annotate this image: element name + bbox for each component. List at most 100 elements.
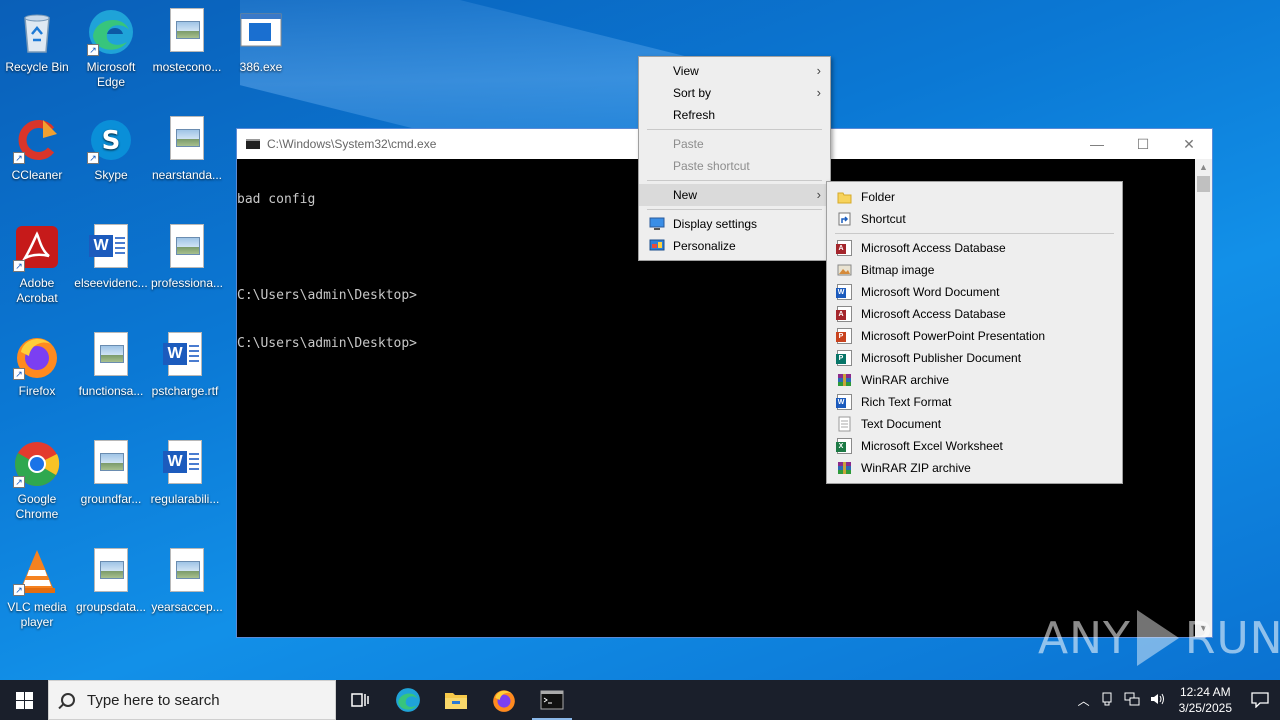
desktop-icon-functionsa[interactable]: functionsa... <box>74 332 148 399</box>
maximize-button[interactable]: ☐ <box>1120 129 1166 159</box>
folder-icon <box>445 693 467 709</box>
task-view-button[interactable] <box>336 680 384 720</box>
desktop-icon-label: yearsaccep... <box>151 600 223 614</box>
desktop-icon-ccleaner[interactable]: ↗ CCleaner <box>0 116 74 183</box>
chevron-up-icon[interactable]: ︿ <box>1073 692 1095 709</box>
menu-item-view[interactable]: View › <box>639 60 830 82</box>
powerpoint-icon: P <box>836 328 852 344</box>
access-icon: A <box>836 240 852 256</box>
menu-item-label: Paste <box>673 137 704 151</box>
new-item-winrar-zip-archive[interactable]: WinRAR ZIP archive <box>827 457 1122 479</box>
new-item-excel-worksheet[interactable]: X Microsoft Excel Worksheet <box>827 435 1122 457</box>
menu-item-new[interactable]: New › <box>639 184 830 206</box>
chrome-icon: ↗ <box>13 440 61 488</box>
desktop-icon-groundfar[interactable]: groundfar... <box>74 440 148 507</box>
desktop-icon-vlc[interactable]: ↗ VLC media player <box>0 548 74 630</box>
desktop-icon-pstcharge[interactable]: W pstcharge.rtf <box>148 332 222 399</box>
new-item-text-document[interactable]: Text Document <box>827 413 1122 435</box>
windows-logo-icon <box>15 691 33 709</box>
menu-item-label: Refresh <box>673 108 716 122</box>
desktop-icon-mosteconomic[interactable]: mostecono... <box>150 8 224 75</box>
clock-date: 3/25/2025 <box>1178 701 1232 715</box>
new-item-access-database[interactable]: A Microsoft Access Database <box>827 237 1122 259</box>
menu-item-label: WinRAR archive <box>861 373 950 387</box>
search-icon <box>61 693 75 707</box>
network-adapter-icon[interactable] <box>1095 692 1119 709</box>
desktop-icon-label: CCleaner <box>11 168 63 182</box>
desktop-icon-recycle-bin[interactable]: Recycle Bin <box>0 8 74 75</box>
shortcut-icon <box>837 211 852 227</box>
new-item-publisher[interactable]: P Microsoft Publisher Document <box>827 347 1122 369</box>
desktop-icon-groupsdata[interactable]: groupsdata... <box>74 548 148 615</box>
word-file-icon: W <box>161 332 209 380</box>
desktop-icon-yearsaccep[interactable]: yearsaccep... <box>150 548 224 615</box>
close-button[interactable]: ✕ <box>1166 129 1212 159</box>
new-item-bitmap-image[interactable]: Bitmap image <box>827 259 1122 281</box>
menu-item-label: Bitmap image <box>861 263 935 277</box>
menu-item-refresh[interactable]: Refresh <box>639 104 830 126</box>
taskbar-clock[interactable]: 12:24 AM 3/25/2025 <box>1171 684 1240 716</box>
menu-separator <box>647 129 822 130</box>
desktop-icon-professional[interactable]: professiona... <box>150 224 224 291</box>
desktop-icon-regularability[interactable]: W regularabili... <box>148 440 222 507</box>
menu-item-label: Sort by <box>673 86 712 100</box>
desktop-icon-label: 386.exe <box>239 60 283 74</box>
desktop-icon-firefox[interactable]: ↗ Firefox <box>0 332 74 399</box>
volume-icon[interactable] <box>1145 692 1171 709</box>
menu-item-label: Rich Text Format <box>861 395 952 409</box>
new-item-winrar-archive[interactable]: WinRAR archive <box>827 369 1122 391</box>
notifications-button[interactable] <box>1240 680 1280 720</box>
notification-icon <box>1251 692 1269 708</box>
menu-separator <box>647 209 822 210</box>
desktop-icon-edge[interactable]: ↗ Microsoft Edge <box>74 8 148 90</box>
menu-item-label: View <box>673 64 699 78</box>
menu-item-paste-shortcut[interactable]: Paste shortcut <box>639 155 830 177</box>
winrar-zip-icon <box>837 460 852 476</box>
minimize-button[interactable]: — <box>1074 129 1120 159</box>
task-view-icon <box>351 693 369 707</box>
image-file-icon <box>163 116 211 164</box>
desktop-icon-386-exe[interactable]: 386.exe <box>224 8 298 75</box>
scrollbar-thumb[interactable] <box>1197 176 1210 192</box>
new-item-rich-text-format[interactable]: W Rich Text Format <box>827 391 1122 413</box>
desktop-icon-label: groundfar... <box>80 492 142 506</box>
chevron-right-icon: › <box>816 187 821 202</box>
svg-text:S: S <box>102 126 121 156</box>
new-item-word-document[interactable]: W Microsoft Word Document <box>827 281 1122 303</box>
edge-icon: ↗ <box>87 8 135 56</box>
desktop-icon-chrome[interactable]: ↗ Google Chrome <box>0 440 74 522</box>
scroll-up-icon[interactable]: ▲ <box>1195 159 1212 176</box>
vlc-icon: ↗ <box>13 548 61 596</box>
taskbar-file-explorer-button[interactable] <box>432 680 480 720</box>
new-item-access-database-2[interactable]: A Microsoft Access Database <box>827 303 1122 325</box>
menu-item-label: Microsoft Word Document <box>861 285 1000 299</box>
desktop-icon-elseevidence[interactable]: W elseevidenc... <box>74 224 148 291</box>
network-icon[interactable] <box>1119 692 1145 709</box>
new-item-folder[interactable]: Folder <box>827 186 1122 208</box>
system-tray: ︿ 12:24 AM 3/25/2025 <box>1073 680 1280 720</box>
new-item-shortcut[interactable]: Shortcut <box>827 208 1122 230</box>
menu-item-label: Microsoft Publisher Document <box>861 351 1022 365</box>
desktop-icon-label: pstcharge.rtf <box>151 384 219 398</box>
desktop-icon-label: regularabili... <box>150 492 220 506</box>
menu-item-sort-by[interactable]: Sort by › <box>639 82 830 104</box>
start-button[interactable] <box>0 680 48 720</box>
desktop-icon-skype[interactable]: S ↗ Skype <box>74 116 148 183</box>
menu-item-personalize[interactable]: Personalize <box>639 235 830 257</box>
cmd-scrollbar[interactable]: ▲ ▼ <box>1195 159 1212 637</box>
taskbar-firefox-button[interactable] <box>480 680 528 720</box>
desktop-context-menu: View › Sort by › Refresh Paste Paste sho… <box>638 56 831 261</box>
monitor-icon <box>649 217 665 231</box>
personalize-icon <box>649 239 665 253</box>
desktop-icon-label: Adobe Acrobat <box>16 276 58 305</box>
menu-item-paste[interactable]: Paste <box>639 133 830 155</box>
taskbar-edge-button[interactable] <box>384 680 432 720</box>
taskbar-cmd-button[interactable] <box>528 680 576 720</box>
new-item-powerpoint[interactable]: P Microsoft PowerPoint Presentation <box>827 325 1122 347</box>
menu-item-display-settings[interactable]: Display settings <box>639 213 830 235</box>
taskbar-search-box[interactable]: Type here to search <box>48 680 336 720</box>
desktop-icon-acrobat[interactable]: ↗ Adobe Acrobat <box>0 224 74 306</box>
desktop-icon-label: professiona... <box>150 276 224 290</box>
desktop-icon-label: mostecono... <box>152 60 222 74</box>
desktop-icon-nearstandard[interactable]: nearstanda... <box>150 116 224 183</box>
